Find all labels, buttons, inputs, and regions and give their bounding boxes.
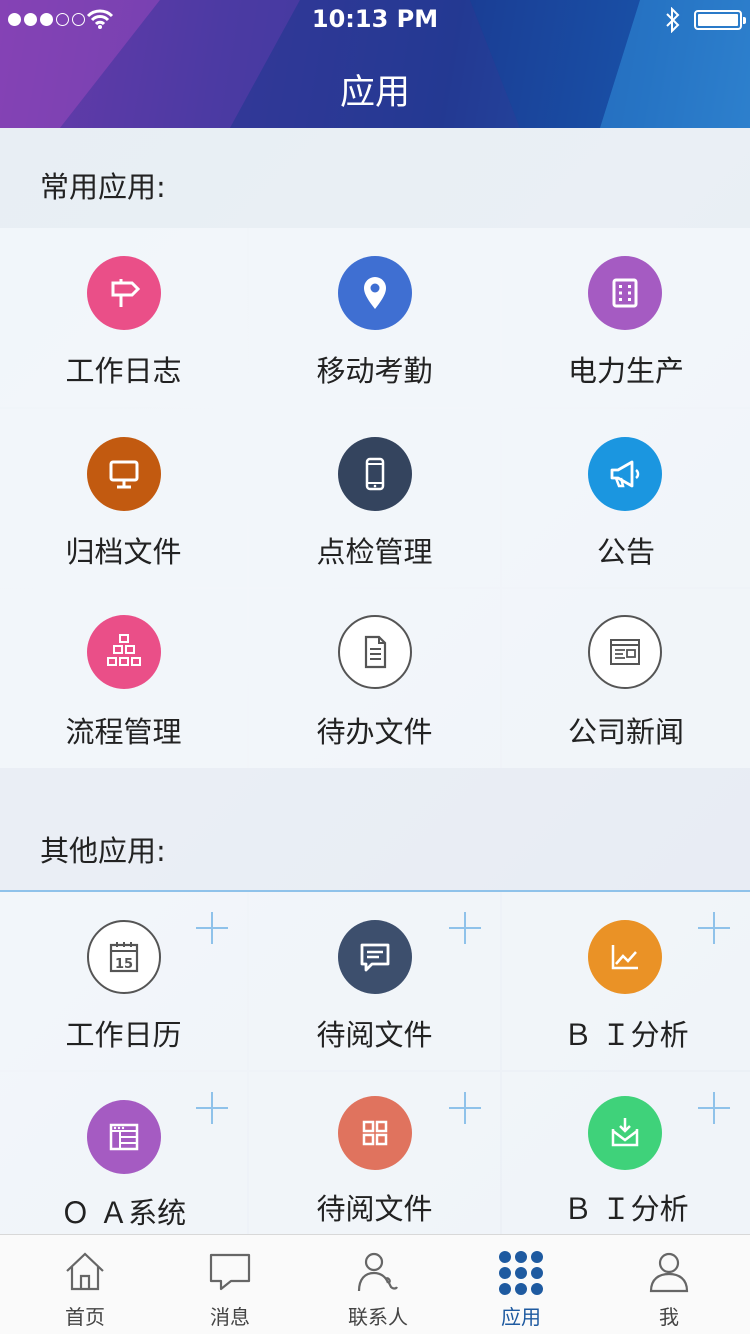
- other-apps-heading-label: 其他应用:: [40, 834, 166, 868]
- film-strip-icon: [588, 256, 662, 330]
- tab-label: 应用: [501, 1305, 541, 1329]
- add-icon[interactable]: [196, 912, 228, 944]
- app-label: 流程管理: [65, 715, 182, 749]
- phone-icon: [338, 437, 412, 511]
- app-read-files[interactable]: 待阅文件: [249, 892, 500, 1070]
- app-label: 归档文件: [65, 535, 182, 569]
- app-archived-files[interactable]: 归档文件: [0, 409, 247, 587]
- common-apps-grid: 工作日志 移动考勤 电力生产 归档文件 点检管理 公告 流程管理 待办文件 公司…: [0, 228, 750, 768]
- app-label: 点检管理: [316, 535, 433, 569]
- user-icon: [649, 1252, 689, 1293]
- app-label: 工作日历: [65, 1018, 182, 1052]
- mail-download-icon: [588, 1096, 662, 1170]
- common-apps-heading-label: 常用应用:: [40, 170, 166, 204]
- app-label: 公司新闻: [567, 715, 684, 749]
- tab-label: 联系人: [348, 1305, 408, 1329]
- app-work-log[interactable]: 工作日志: [0, 228, 247, 407]
- app-label: Ｂ Ｉ分析: [563, 1018, 689, 1052]
- app-label: Ｏ Ａ系统: [60, 1196, 187, 1230]
- app-bi-analysis[interactable]: Ｂ Ｉ分析: [502, 892, 750, 1070]
- app-label: Ｂ Ｉ分析: [563, 1192, 689, 1226]
- app-todo-files[interactable]: 待办文件: [249, 589, 500, 768]
- add-icon[interactable]: [698, 1092, 730, 1124]
- app-label: 电力生产: [567, 354, 684, 388]
- bluetooth-icon: [666, 7, 680, 33]
- add-icon[interactable]: [698, 912, 730, 944]
- app-label: 工作日志: [65, 354, 182, 388]
- window-icon: [87, 1100, 161, 1174]
- app-announcement[interactable]: 公告: [502, 409, 750, 587]
- status-bar: 10:13 PM: [0, 0, 750, 40]
- apps-grid-icon: [499, 1251, 543, 1295]
- app-label: 待办文件: [316, 715, 433, 749]
- line-chart-icon: [588, 920, 662, 994]
- grid-apps-icon: [338, 1096, 412, 1170]
- app-read-files-2[interactable]: 待阅文件: [249, 1072, 500, 1236]
- document-icon: [338, 615, 412, 689]
- browser-news-icon: [588, 615, 662, 689]
- tab-label: 我: [659, 1305, 679, 1329]
- home-icon: [66, 1252, 104, 1291]
- battery-icon: [694, 10, 746, 30]
- add-icon[interactable]: [449, 912, 481, 944]
- page-title: 应用: [339, 73, 410, 113]
- app-header: 10:13 PM 应用: [0, 0, 750, 128]
- tab-label: 消息: [210, 1305, 250, 1329]
- tab-bar: 首页 消息 联系人 应用 我: [0, 1234, 750, 1334]
- megaphone-icon: [588, 437, 662, 511]
- monitor-icon: [87, 437, 161, 511]
- add-icon[interactable]: [449, 1092, 481, 1124]
- app-work-calendar[interactable]: 15 工作日历: [0, 892, 247, 1070]
- tab-apps[interactable]: 应用: [446, 1235, 596, 1334]
- chat-bubble-icon: [338, 920, 412, 994]
- signpost-icon: [87, 256, 161, 330]
- common-apps-heading: 常用应用:: [0, 128, 750, 228]
- app-label: 待阅文件: [316, 1018, 433, 1052]
- app-workflow[interactable]: 流程管理: [0, 589, 247, 768]
- app-company-news[interactable]: 公司新闻: [502, 589, 750, 768]
- location-pin-icon: [338, 256, 412, 330]
- app-bi-analysis-2[interactable]: Ｂ Ｉ分析: [502, 1072, 750, 1236]
- calendar-icon: 15: [87, 920, 161, 994]
- tab-contacts[interactable]: 联系人: [303, 1235, 453, 1334]
- other-apps-heading: 其他应用:: [0, 768, 750, 890]
- contacts-icon: [357, 1252, 398, 1292]
- tab-me[interactable]: 我: [594, 1235, 744, 1334]
- app-label: 移动考勤: [316, 354, 433, 388]
- app-inspection[interactable]: 点检管理: [249, 409, 500, 587]
- hierarchy-icon: [87, 615, 161, 689]
- app-mobile-attendance[interactable]: 移动考勤: [249, 228, 500, 407]
- app-label: 待阅文件: [316, 1192, 433, 1226]
- add-icon[interactable]: [196, 1092, 228, 1124]
- app-label: 公告: [596, 535, 655, 569]
- tab-home[interactable]: 首页: [10, 1235, 160, 1334]
- app-power-production[interactable]: 电力生产: [502, 228, 750, 407]
- message-icon: [209, 1253, 251, 1291]
- app-oa-system[interactable]: Ｏ Ａ系统: [0, 1072, 247, 1236]
- tab-messages[interactable]: 消息: [155, 1235, 305, 1334]
- calendar-day: 15: [115, 957, 133, 972]
- status-time: 10:13 PM: [311, 5, 439, 33]
- tab-label: 首页: [65, 1305, 105, 1329]
- other-apps-grid: 15 工作日历 待阅文件 Ｂ Ｉ分析 Ｏ Ａ系统 待阅文件 Ｂ Ｉ分析: [0, 890, 750, 1236]
